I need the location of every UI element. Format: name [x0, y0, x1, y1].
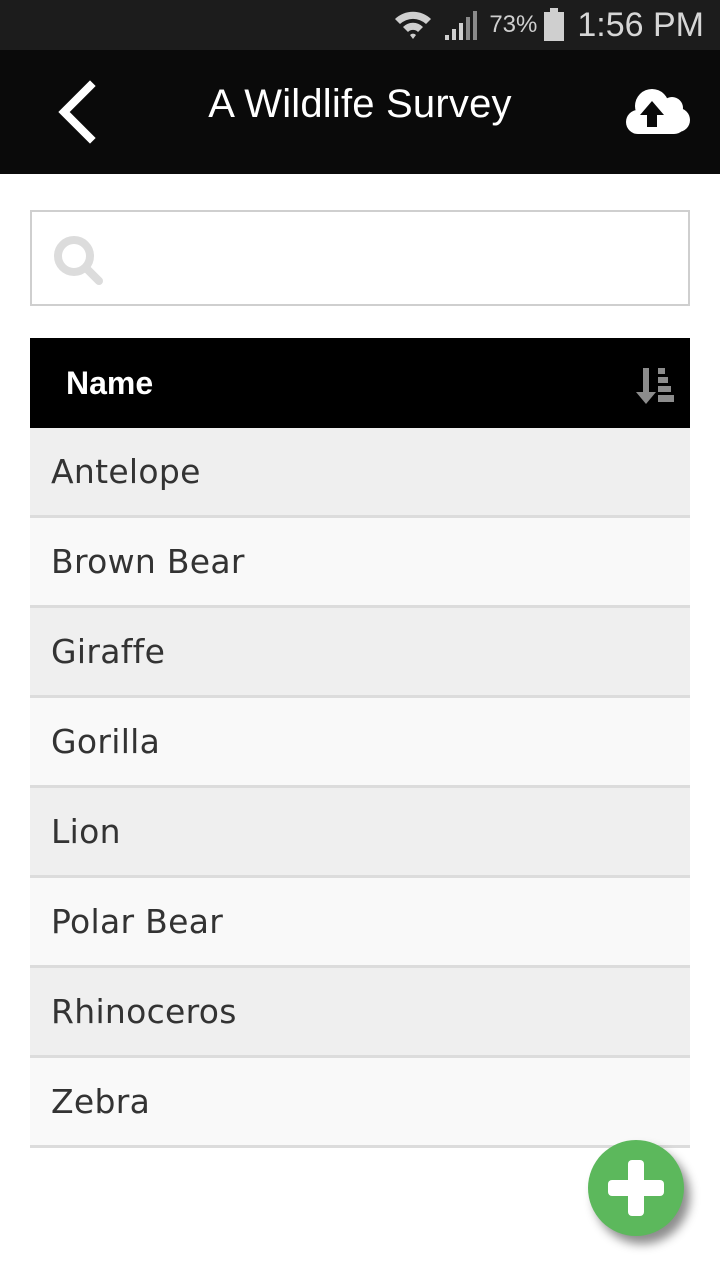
page-title: A Wildlife Survey	[208, 82, 512, 126]
signal-icon	[443, 9, 479, 41]
status-bar: 73% 1:56 PM	[0, 0, 720, 50]
add-button[interactable]	[588, 1140, 684, 1236]
table-row[interactable]: Brown Bear	[30, 518, 690, 608]
wifi-icon	[393, 7, 433, 43]
search-icon	[54, 236, 103, 285]
battery-percent: 73%	[489, 11, 538, 38]
upload-button[interactable]	[622, 86, 692, 140]
table-body: Antelope Brown Bear Giraffe Gorilla Lion…	[30, 428, 690, 1148]
table-row[interactable]: Antelope	[30, 428, 690, 518]
column-header-name[interactable]: Name	[66, 365, 153, 402]
table-row[interactable]: Zebra	[30, 1058, 690, 1148]
row-name: Brown Bear	[51, 542, 245, 581]
sort-descending-icon	[636, 368, 674, 404]
clock: 1:56 PM	[577, 5, 704, 44]
table-row[interactable]: Lion	[30, 788, 690, 878]
plus-icon	[608, 1160, 664, 1216]
row-name: Gorilla	[51, 722, 161, 761]
row-name: Antelope	[51, 452, 201, 491]
row-name: Lion	[51, 812, 121, 851]
row-name: Polar Bear	[51, 902, 224, 941]
table-row[interactable]: Rhinoceros	[30, 968, 690, 1058]
table-row[interactable]: Gorilla	[30, 698, 690, 788]
cloud-upload-icon	[626, 89, 690, 134]
battery-icon	[543, 8, 565, 42]
row-name: Giraffe	[51, 632, 166, 671]
sort-button[interactable]	[634, 366, 676, 408]
table-row[interactable]: Giraffe	[30, 608, 690, 698]
search-input[interactable]	[122, 222, 672, 294]
row-name: Rhinoceros	[51, 992, 237, 1031]
animal-table: Name Antelope Brown Bear Giraffe Gorilla…	[30, 338, 690, 1148]
table-row[interactable]: Polar Bear	[30, 878, 690, 968]
row-name: Zebra	[51, 1082, 151, 1121]
table-header: Name	[30, 338, 690, 428]
app-bar: A Wildlife Survey	[0, 50, 720, 174]
search-box[interactable]	[30, 210, 690, 306]
